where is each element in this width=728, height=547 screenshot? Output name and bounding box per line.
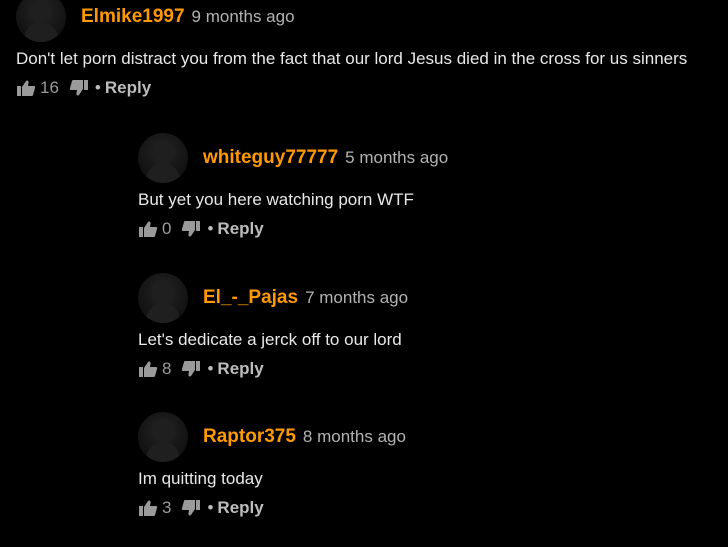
thumbs-up-icon[interactable] xyxy=(138,499,158,517)
comment-reply: whiteguy77777 5 months ago But yet you h… xyxy=(138,133,728,239)
timestamp: 5 months ago xyxy=(345,148,449,167)
avatar-head-shape xyxy=(154,422,172,440)
thumbs-down-icon[interactable] xyxy=(69,79,89,97)
username[interactable]: El_-_Pajas xyxy=(203,287,298,309)
avatar-body-shape xyxy=(146,442,180,462)
comment-actions: 0 • Reply xyxy=(138,219,728,239)
comment-header: Elmike1997 9 months ago xyxy=(16,0,728,42)
avatar[interactable] xyxy=(138,273,188,323)
reply-button[interactable]: Reply xyxy=(217,359,263,379)
avatar-head-shape xyxy=(32,2,50,20)
comment-actions: 16 • Reply xyxy=(16,78,728,98)
comment-header: whiteguy77777 5 months ago xyxy=(138,133,728,183)
comment-text: Don't let porn distract you from the fac… xyxy=(16,49,688,68)
separator-dot: • xyxy=(207,498,214,517)
thumbs-up-icon[interactable] xyxy=(138,360,158,378)
like-count: 8 xyxy=(162,359,172,378)
like-count: 16 xyxy=(40,78,59,97)
comments-thread: Elmike1997 9 months ago Don't let porn d… xyxy=(0,0,728,547)
thumbs-down-icon[interactable] xyxy=(181,220,201,238)
avatar-body-shape xyxy=(146,303,180,323)
comment-text: Let's dedicate a jerck off to our lord xyxy=(138,330,402,349)
avatar[interactable] xyxy=(16,0,66,42)
avatar[interactable] xyxy=(138,133,188,183)
reply-button[interactable]: Reply xyxy=(217,219,263,239)
timestamp: 8 months ago xyxy=(302,427,406,446)
reply-button[interactable]: Reply xyxy=(105,78,151,98)
separator-dot: • xyxy=(207,219,214,238)
username[interactable]: whiteguy77777 xyxy=(203,147,338,169)
avatar-head-shape xyxy=(154,143,172,161)
separator-dot: • xyxy=(94,78,101,97)
comment-reply: El_-_Pajas 7 months ago Let's dedicate a… xyxy=(138,273,728,379)
username[interactable]: Elmike1997 xyxy=(81,6,185,28)
avatar-body-shape xyxy=(24,22,58,42)
thumbs-down-icon[interactable] xyxy=(181,360,201,378)
timestamp: 7 months ago xyxy=(305,288,409,307)
like-count: 0 xyxy=(162,219,172,238)
thumbs-up-icon[interactable] xyxy=(16,79,36,97)
username[interactable]: Raptor375 xyxy=(203,426,296,448)
thumbs-up-icon[interactable] xyxy=(138,220,158,238)
comment-reply: Raptor375 8 months ago Im quitting today… xyxy=(138,412,728,518)
comment-header: Raptor375 8 months ago xyxy=(138,412,728,462)
like-count: 3 xyxy=(162,498,172,517)
comment-header: El_-_Pajas 7 months ago xyxy=(138,273,728,323)
comment-text: But yet you here watching porn WTF xyxy=(138,190,414,209)
comment-top: Elmike1997 9 months ago Don't let porn d… xyxy=(16,0,728,98)
reply-button[interactable]: Reply xyxy=(217,498,263,518)
separator-dot: • xyxy=(207,359,214,378)
comment-text: Im quitting today xyxy=(138,469,263,488)
timestamp: 9 months ago xyxy=(191,7,295,26)
avatar-body-shape xyxy=(146,163,180,183)
avatar[interactable] xyxy=(138,412,188,462)
thumbs-down-icon[interactable] xyxy=(181,499,201,517)
avatar-head-shape xyxy=(154,283,172,301)
comment-actions: 3 • Reply xyxy=(138,498,728,518)
comment-actions: 8 • Reply xyxy=(138,359,728,379)
